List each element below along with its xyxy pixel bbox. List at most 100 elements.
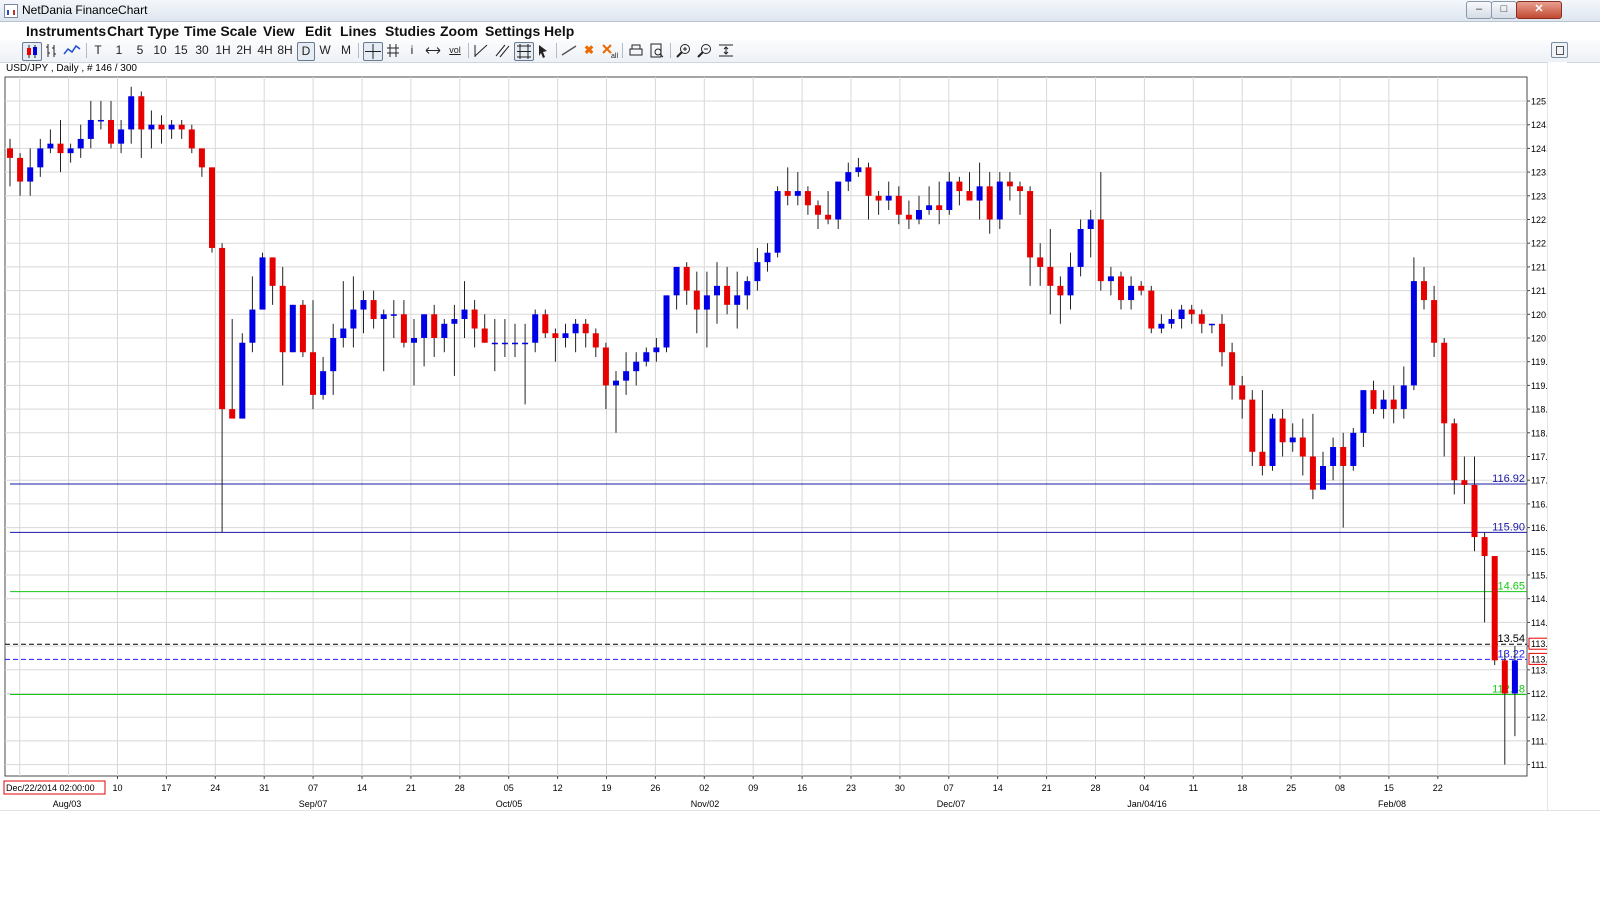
candle-body[interactable] (1198, 314, 1205, 324)
grid-icon[interactable] (385, 42, 401, 59)
candle-body[interactable] (249, 309, 256, 343)
candle-body[interactable] (279, 285, 286, 353)
scroll-arrows-icon[interactable] (424, 42, 442, 59)
timescale-monthly-button[interactable]: M (339, 42, 353, 59)
minimize-button[interactable]: – (1466, 1, 1492, 19)
candle-body[interactable] (835, 181, 842, 220)
candle-body[interactable] (431, 314, 438, 338)
candle-body[interactable] (784, 191, 791, 196)
timescale-weekly-button[interactable]: W (318, 42, 332, 59)
candle-body[interactable] (320, 371, 327, 395)
timescale-tick-button[interactable]: T (92, 42, 104, 59)
menu-instruments[interactable]: Instruments (26, 23, 106, 39)
candle-body[interactable] (491, 342, 498, 345)
candle-body[interactable] (1330, 447, 1337, 466)
candle-body[interactable] (542, 314, 549, 334)
candle-body[interactable] (956, 181, 963, 192)
candle-body[interactable] (310, 352, 316, 395)
candle-body[interactable] (1188, 309, 1195, 315)
draw-line-icon[interactable] (560, 42, 578, 59)
candle-body[interactable] (330, 338, 337, 372)
candle-body[interactable] (1431, 300, 1438, 343)
candle-body[interactable] (855, 167, 862, 173)
candle-body[interactable] (178, 124, 185, 130)
candle-body[interactable] (815, 205, 821, 215)
candle-body[interactable] (229, 409, 236, 419)
candle-body[interactable] (1471, 484, 1478, 538)
menu-studies[interactable]: Studies (385, 23, 436, 39)
candle-body[interactable] (1491, 556, 1498, 661)
candle-body[interactable] (714, 285, 720, 296)
zoom-in-icon[interactable] (675, 42, 693, 59)
candle-body[interactable] (794, 191, 801, 196)
candle-body[interactable] (1148, 290, 1155, 329)
candle-body[interactable] (441, 323, 448, 338)
timescale-daily-button[interactable]: D (297, 42, 315, 61)
timescale-1m-button[interactable]: 1 (113, 42, 125, 59)
candle-body[interactable] (1481, 537, 1488, 557)
candle-body[interactable] (905, 214, 912, 220)
candle-body[interactable] (512, 342, 518, 345)
candle-body[interactable] (1380, 399, 1387, 410)
candle-body[interactable] (683, 266, 690, 291)
side-panel-toggle-icon[interactable] (1551, 42, 1568, 58)
candle-body[interactable] (1097, 219, 1104, 282)
menu-lines[interactable]: Lines (340, 23, 377, 39)
menu-help[interactable]: Help (544, 23, 574, 39)
candle-body[interactable] (673, 266, 680, 296)
crosshair-icon[interactable] (363, 42, 383, 61)
print-icon[interactable] (627, 42, 645, 59)
candle-body[interactable] (1047, 266, 1054, 286)
candle-body[interactable] (1037, 257, 1044, 267)
candle-body[interactable] (501, 342, 508, 345)
candle-body[interactable] (653, 347, 660, 353)
candle-body[interactable] (148, 124, 155, 130)
candle-body[interactable] (471, 309, 478, 329)
candle-body[interactable] (552, 333, 559, 338)
candle-body[interactable] (1451, 423, 1458, 481)
candle-body[interactable] (1057, 285, 1064, 296)
candle-body[interactable] (1249, 399, 1256, 452)
candle-body[interactable] (875, 195, 882, 201)
candle-body[interactable] (602, 347, 609, 386)
candle-body[interactable] (936, 205, 943, 211)
candle-body[interactable] (1421, 281, 1427, 301)
menu-view[interactable]: View (263, 23, 295, 39)
candle-body[interactable] (1027, 191, 1034, 258)
candle-body[interactable] (895, 195, 902, 215)
candle-body[interactable] (1067, 266, 1074, 296)
candle-body[interactable] (1289, 437, 1296, 443)
candle-body[interactable] (724, 285, 731, 305)
candle-body[interactable] (1168, 319, 1175, 324)
candle-body[interactable] (613, 380, 619, 386)
candle-body[interactable] (774, 191, 781, 253)
candle-body[interactable] (532, 314, 539, 343)
candle-body[interactable] (97, 119, 104, 122)
candle-body[interactable] (1158, 323, 1165, 329)
info-icon[interactable]: i (406, 42, 418, 59)
candle-body[interactable] (1128, 285, 1135, 301)
candle-body[interactable] (623, 371, 630, 381)
candle-body[interactable] (1219, 323, 1225, 353)
candle-chart-icon[interactable] (22, 42, 42, 61)
candle-body[interactable] (1309, 456, 1316, 490)
menu-time-scale[interactable]: Time Scale (184, 23, 257, 39)
candle-body[interactable] (986, 186, 993, 220)
candle-body[interactable] (966, 191, 973, 201)
candle-body[interactable] (168, 124, 175, 130)
delete-icon[interactable]: ✖ (581, 42, 597, 59)
candle-body[interactable] (259, 257, 266, 310)
candle-body[interactable] (1511, 660, 1518, 694)
candle-body[interactable] (380, 314, 387, 320)
timescale-2h-button[interactable]: 2H (235, 42, 253, 59)
candle-body[interactable] (1239, 385, 1246, 400)
candle-body[interactable] (1320, 465, 1326, 490)
channel-icon[interactable] (493, 42, 511, 59)
candle-body[interactable] (1350, 432, 1357, 466)
cursor-icon[interactable] (535, 42, 551, 59)
candle-body[interactable] (27, 167, 34, 182)
candle-body[interactable] (1269, 418, 1276, 466)
timescale-4h-button[interactable]: 4H (256, 42, 274, 59)
bar-chart-icon[interactable] (43, 42, 59, 59)
candle-body[interactable] (1400, 385, 1407, 410)
